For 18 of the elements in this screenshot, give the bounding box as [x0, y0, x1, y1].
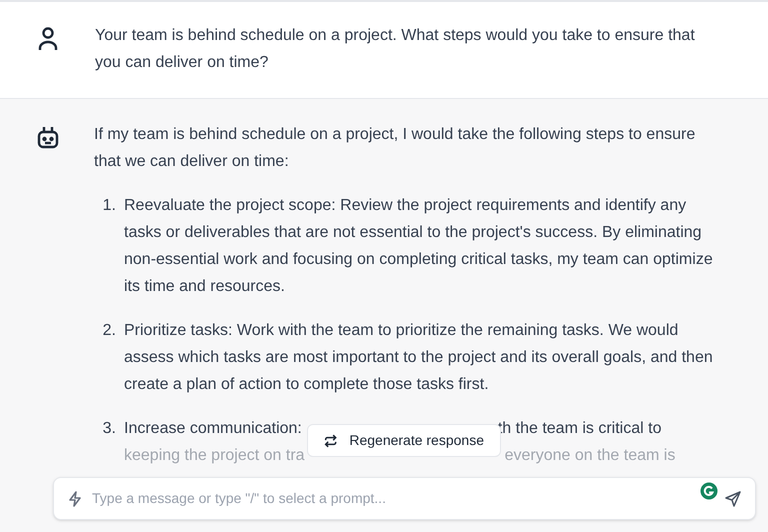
lightning-icon: [68, 490, 82, 506]
robot-icon: [37, 125, 59, 149]
list-number: 2.: [102, 321, 117, 341]
list-item-text: Increase communication:: [124, 419, 302, 439]
bot-intro: If my team is behind schedule on a project, I would take the following steps to ensure that we can deliver on time:: [94, 125, 696, 172]
list-item-text: Prioritize tasks: Work with the team to prioritize the remaining tasks. We would assess which tasks are most important to the project and its overall goals, and then create a plan of action to complete those tasks first.: [124, 321, 714, 395]
list-item-text: keeping the project on tra: [124, 446, 305, 466]
user-icon: [38, 27, 58, 51]
list-item-text: Reevaluate the project scope: Review the project requirements and identify any tasks or deliverables that are not essential to the project's success. By eliminating non-essential work and focusing on completing critical tasks, my team can optimize its time and resources.: [124, 196, 714, 297]
g-badge-icon: [699, 481, 719, 501]
repeat-icon: [324, 434, 338, 448]
send-icon[interactable]: [725, 490, 741, 506]
user-message: Your team is behind schedule on a project. What steps would you take to ensure that you can deliver on time?: [95, 26, 695, 73]
list-item-text: everyone on the team is: [504, 446, 676, 466]
list-number: 1.: [102, 196, 117, 216]
message-input[interactable]: Type a message or type "/" to select a prompt...: [92, 488, 652, 509]
list-number: 3.: [102, 419, 117, 439]
composer-field[interactable]: Type a message or type "/" to select a prompt...: [53, 477, 756, 520]
